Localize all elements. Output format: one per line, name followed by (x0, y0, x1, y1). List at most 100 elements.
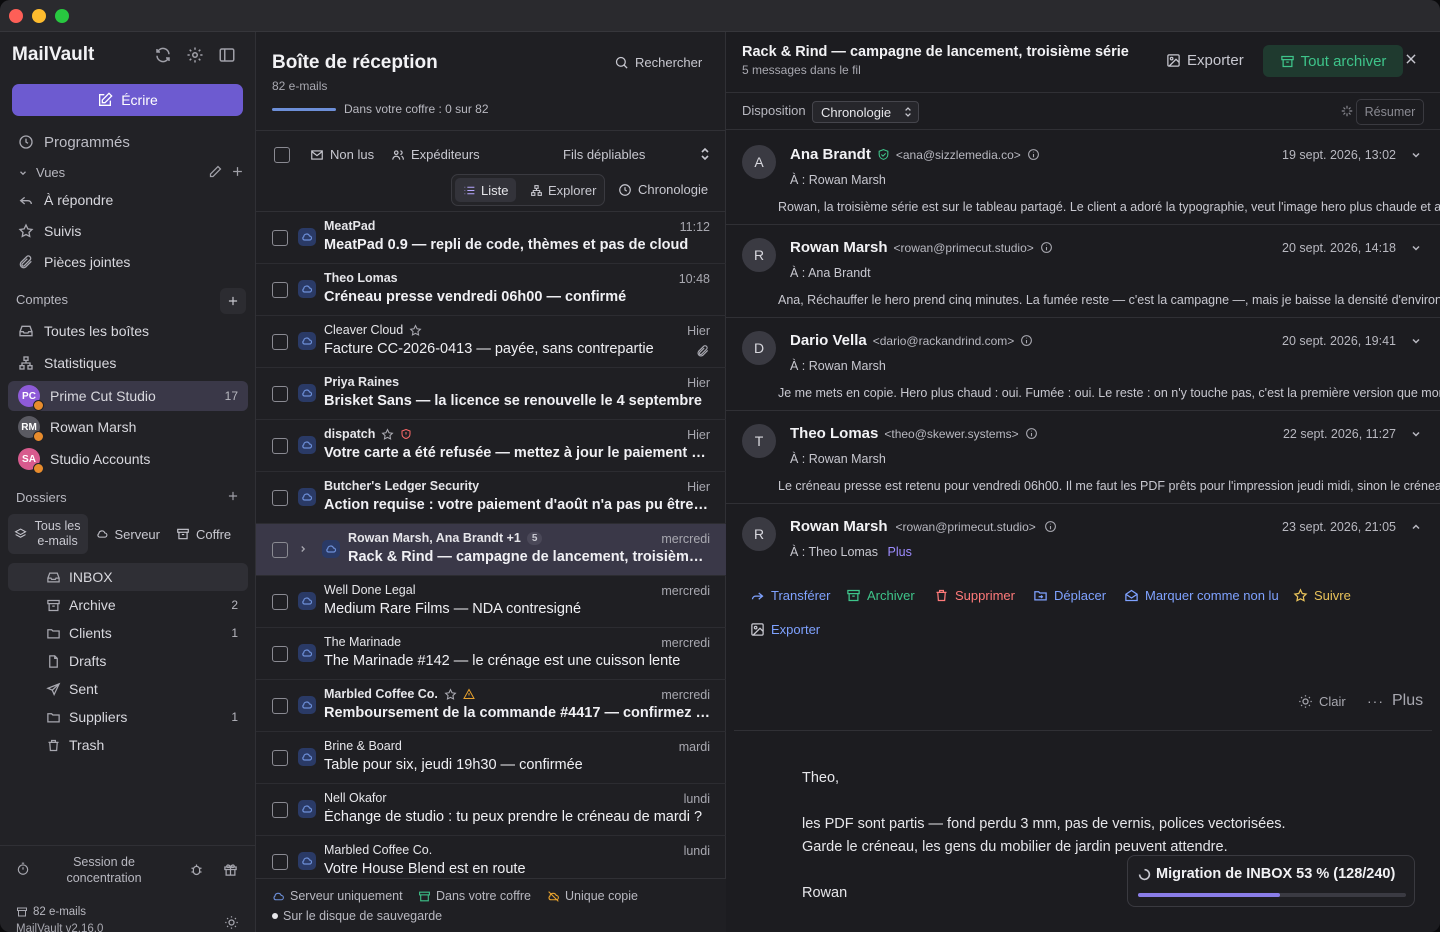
row-checkbox[interactable] (272, 334, 288, 350)
table-row[interactable]: Nell Okafor Échange de studio : tu peux … (256, 784, 726, 836)
row-checkbox[interactable] (272, 438, 288, 454)
add-folder-icon[interactable] (226, 489, 244, 507)
view-to-reply[interactable]: À répondre (8, 186, 248, 214)
scheduled-item[interactable]: Programmés (8, 128, 248, 156)
view-attachments[interactable]: Pièces jointes (8, 248, 248, 276)
export-button[interactable]: Exporter (1166, 52, 1244, 69)
thread-message[interactable]: A Ana Brandt <ana@sizzlemedia.co> À : Ro… (726, 132, 1440, 225)
close-icon[interactable] (1404, 52, 1420, 68)
table-row[interactable]: dispatch Votre carte a été refusée — met… (256, 420, 726, 472)
row-checkbox[interactable] (272, 854, 288, 870)
view-followed[interactable]: Suivis (8, 217, 248, 245)
focus-session-button[interactable]: Session de concentration (52, 854, 156, 886)
star-icon[interactable] (409, 323, 422, 337)
move-button[interactable]: Déplacer (1033, 588, 1106, 603)
add-account-button[interactable] (220, 288, 246, 314)
views-header[interactable]: Vues (18, 165, 65, 180)
folder-clients[interactable]: Clients 1 (8, 619, 248, 647)
folder-drafts[interactable]: Drafts (8, 647, 248, 675)
show-more-recipients-link[interactable]: Plus (888, 545, 912, 559)
star-icon[interactable] (444, 687, 457, 701)
sun-icon[interactable] (224, 915, 239, 930)
folder-inbox[interactable]: INBOX (8, 563, 248, 591)
row-checkbox[interactable] (272, 230, 288, 246)
folder-trash[interactable]: Trash (8, 731, 248, 759)
info-icon[interactable] (1027, 148, 1040, 161)
edit-views-icon[interactable] (208, 164, 226, 182)
chevron-down-icon[interactable] (1410, 242, 1422, 254)
account-rowan-marsh[interactable]: RM Rowan Marsh (8, 413, 248, 442)
minimize-window-button[interactable] (32, 9, 46, 23)
chevron-up-icon[interactable] (1410, 521, 1422, 533)
scope-vault-tab[interactable]: Coffre (168, 514, 248, 554)
table-row[interactable]: Brine & Board Table pour six, jeudi 19h3… (256, 732, 726, 784)
zoom-window-button[interactable] (55, 9, 69, 23)
info-icon[interactable] (1040, 241, 1053, 254)
row-checkbox[interactable] (272, 802, 288, 818)
view-list-tab[interactable]: Liste (455, 178, 517, 202)
view-explore-tab[interactable]: Explorer (522, 178, 604, 202)
compose-button[interactable]: Écrire (12, 84, 243, 116)
delete-button[interactable]: Supprimer (934, 588, 1015, 603)
all-boxes-item[interactable]: Toutes les boîtes (8, 317, 248, 345)
filter-unread[interactable]: Non lus (310, 147, 374, 162)
view-timeline-tab[interactable]: Chronologie (618, 182, 708, 197)
star-icon[interactable] (381, 427, 394, 441)
export-message-button[interactable]: Exporter (750, 622, 820, 637)
info-icon[interactable] (1044, 520, 1057, 533)
mark-unread-button[interactable]: Marquer comme non lu (1124, 588, 1279, 603)
layout-select[interactable]: Chronologie (812, 101, 919, 123)
info-icon[interactable] (1025, 427, 1038, 440)
account-studio-accounts[interactable]: SA Studio Accounts (8, 445, 248, 474)
archive-button[interactable]: Archiver (846, 588, 915, 603)
row-checkbox[interactable] (272, 282, 288, 298)
forward-button[interactable]: Transférer (750, 588, 830, 603)
row-checkbox[interactable] (272, 594, 288, 610)
table-row[interactable]: Well Done Legal Medium Rare Films — NDA … (256, 576, 726, 628)
account-prime-cut[interactable]: PC Prime Cut Studio 17 (8, 381, 248, 411)
threads-toggle[interactable]: Fils dépliables (563, 147, 645, 162)
folder-sent[interactable]: Sent (8, 675, 248, 703)
table-row[interactable]: The Marinade The Marinade #142 — le crén… (256, 628, 726, 680)
table-row[interactable]: Priya Raines Brisket Sans — la licence s… (256, 368, 726, 420)
chevron-down-icon[interactable] (1410, 335, 1422, 347)
row-checkbox[interactable] (272, 750, 288, 766)
search-button[interactable]: Rechercher (614, 55, 702, 70)
table-row[interactable]: Marbled Coffee Co. Remboursement de la c… (256, 680, 726, 732)
sidebar-toggle-icon[interactable] (218, 46, 238, 66)
table-row[interactable]: Rowan Marsh, Ana Brandt +1 5 Rack & Rind … (256, 524, 726, 576)
folder-suppliers[interactable]: Suppliers 1 (8, 703, 248, 731)
gear-icon[interactable] (186, 46, 206, 66)
timer-icon[interactable] (16, 862, 30, 876)
row-checkbox[interactable] (272, 490, 288, 506)
scope-server-tab[interactable]: Serveur (88, 514, 168, 554)
chevron-right-icon[interactable] (298, 543, 308, 555)
folder-archive[interactable]: Archive 2 (8, 591, 248, 619)
row-checkbox[interactable] (272, 646, 288, 662)
add-view-icon[interactable] (230, 164, 248, 182)
gift-icon[interactable] (223, 862, 238, 877)
table-row[interactable]: MeatPad MeatPad 0.9 — repli de code, thè… (256, 212, 726, 264)
select-all-checkbox[interactable] (274, 147, 290, 163)
summarize-button[interactable]: Résumer (1356, 99, 1424, 125)
thread-message[interactable]: T Theo Lomas <theo@skewer.systems> À : R… (726, 411, 1440, 504)
bug-icon[interactable] (189, 862, 204, 877)
table-row[interactable]: Butcher's Ledger Security Action requise… (256, 472, 726, 524)
table-row[interactable]: Cleaver Cloud Facture CC-2026-0413 — pay… (256, 316, 726, 368)
thread-message[interactable]: D Dario Vella <dario@rackandrind.com> À … (726, 318, 1440, 411)
row-checkbox[interactable] (272, 386, 288, 402)
chevron-down-icon[interactable] (1410, 149, 1422, 161)
follow-button[interactable]: Suivre (1293, 588, 1351, 603)
chevron-down-icon[interactable] (1410, 428, 1422, 440)
refresh-icon[interactable] (154, 46, 174, 66)
chevron-updown-icon[interactable] (700, 147, 710, 161)
stats-item[interactable]: Statistiques (8, 349, 248, 377)
filter-senders[interactable]: Expéditeurs (391, 147, 480, 162)
scope-all-tab[interactable]: Tous les e-mails (8, 514, 88, 554)
table-row[interactable]: Theo Lomas Créneau presse vendredi 06h00… (256, 264, 726, 316)
info-icon[interactable] (1020, 334, 1033, 347)
thread-message[interactable]: R Rowan Marsh <rowan@primecut.studio> À … (726, 225, 1440, 318)
row-checkbox[interactable] (272, 698, 288, 714)
archive-all-button[interactable]: Tout archiver (1263, 45, 1403, 77)
row-checkbox[interactable] (272, 542, 288, 558)
